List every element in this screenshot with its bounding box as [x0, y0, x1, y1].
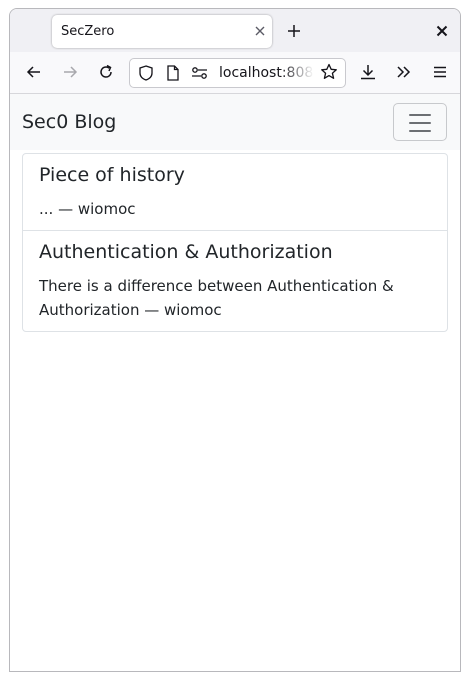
hamburger-menu-icon[interactable] [430, 62, 450, 82]
navbar-toggler-button[interactable] [393, 103, 447, 141]
post-excerpt: There is a difference between Authentica… [39, 274, 431, 322]
post-list: Piece of history ... — wiomoc Authentica… [22, 153, 448, 332]
post-author: wiomoc [164, 301, 222, 319]
toggler-icon-bar [409, 114, 431, 116]
close-tab-icon[interactable] [250, 21, 270, 41]
page-icon[interactable] [164, 64, 182, 82]
overflow-chevron-icon[interactable] [394, 62, 414, 82]
separator: — [139, 301, 165, 319]
list-item[interactable]: Piece of history ... — wiomoc [23, 154, 447, 231]
new-tab-icon[interactable] [284, 21, 304, 41]
download-icon[interactable] [358, 62, 378, 82]
excerpt-text: ... [39, 200, 54, 218]
post-title[interactable]: Piece of history [39, 163, 431, 188]
tab-seczero[interactable]: SecZero [52, 15, 272, 48]
permissions-icon[interactable] [190, 64, 210, 82]
page-content: Sec0 Blog Piece of history ... — wiomoc … [10, 94, 460, 671]
site-brand[interactable]: Sec0 Blog [22, 111, 116, 133]
bookmark-star-icon[interactable] [319, 62, 339, 82]
site-navbar: Sec0 Blog [10, 94, 460, 150]
browser-toolbar: localhost:8080 [10, 52, 460, 94]
tab-strip: SecZero [10, 9, 460, 52]
post-excerpt: ... — wiomoc [39, 197, 431, 221]
separator: — [53, 200, 78, 218]
reload-icon[interactable] [96, 62, 116, 82]
toggler-icon-bar [409, 130, 431, 132]
shield-icon[interactable] [137, 64, 155, 82]
back-arrow-icon[interactable] [24, 62, 44, 82]
toggler-icon-bar [409, 122, 431, 124]
post-title[interactable]: Authentication & Authorization [39, 240, 431, 265]
list-item[interactable]: Authentication & Authorization There is … [23, 231, 447, 331]
tab-title: SecZero [61, 24, 115, 39]
window-close-icon[interactable] [432, 21, 452, 41]
forward-arrow-icon[interactable] [60, 62, 80, 82]
post-author: wiomoc [77, 200, 136, 218]
url-bar[interactable]: localhost:8080 [129, 58, 346, 88]
url-fade [280, 61, 314, 85]
browser-window: SecZero localhost:8080 Sec0 Blog Piece o… [9, 8, 461, 672]
